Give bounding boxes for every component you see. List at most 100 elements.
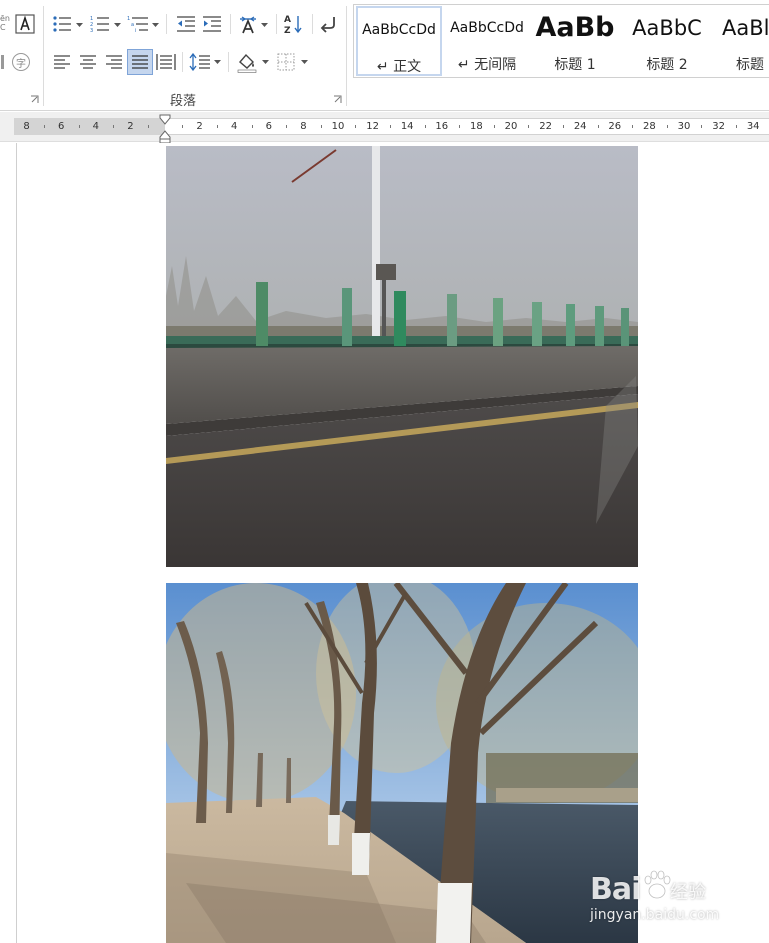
borders-button[interactable] [274,50,298,74]
increase-indent-button[interactable] [200,13,224,35]
trees-photo [166,583,638,943]
ruler-tick [182,125,184,128]
ruler-number: 28 [643,121,656,132]
ruler-number: 32 [712,121,725,132]
ruler-tick [632,125,634,128]
ruler-tick [528,125,530,128]
group-separator [43,6,44,106]
document-area[interactable] [0,143,769,943]
chinese-layout-button[interactable] [236,12,260,36]
line-spacing-dropdown-icon[interactable] [213,57,222,67]
ruler-number: 14 [400,121,414,132]
horizontal-ruler[interactable]: 8 6 4 2 2 4 6 8 10 12 14 16 18 20 22 24 26 28 30 32 34 [0,112,769,142]
style-title[interactable]: AaBl 标题 [716,6,769,76]
paragraph-mark-icon [320,17,335,33]
ruler-number: 22 [539,121,552,132]
ruler-number: 20 [504,121,518,132]
document-image-trees[interactable] [166,583,638,943]
paragraph-dialog-launcher-icon[interactable] [333,95,342,104]
ruler-tick [597,125,599,128]
ruler-number: 6 [58,121,65,132]
ruler-tick [562,125,564,128]
group-separator [346,6,347,106]
style-name: ↵ 无间隔 [457,57,517,73]
ruler-number: 4 [92,121,99,132]
chinese-layout-dropdown-icon[interactable] [260,20,269,30]
align-left-icon [54,55,70,69]
document-image-highway[interactable] [166,146,638,567]
character-border-button[interactable] [14,13,36,35]
clipped-left-button[interactable] [0,51,4,73]
style-sample: AaBbC [632,16,702,40]
font-dialog-launcher-icon[interactable] [30,95,39,104]
ruler-tick [666,125,668,128]
first-line-indent-marker-icon[interactable] [159,114,171,126]
align-center-button[interactable] [76,50,100,74]
justify-button[interactable] [127,49,153,75]
clipped-font-label: ēn C [0,14,10,32]
numbering-dropdown-icon[interactable] [113,20,122,30]
line-spacing-icon [189,53,210,71]
baidu-watermark: Bai 经验 jingyan.baidu.com [590,860,740,930]
borders-icon [277,53,295,71]
style-sample: AaBbCcDd [450,20,524,36]
style-no-spacing[interactable]: AaBbCcDd ↵ 无间隔 [444,6,530,76]
styles-gallery: AaBbCcDd ↵ 正文 AaBbCcDd ↵ 无间隔 AaBb 标题 1 A… [353,4,769,78]
shading-bucket-icon [237,53,257,73]
decrease-indent-icon [177,16,195,32]
align-left-button[interactable] [50,50,74,74]
shading-dropdown-icon[interactable] [261,57,270,67]
bullets-button[interactable] [50,13,74,35]
svg-text:A: A [284,15,291,25]
increase-indent-icon [203,16,221,32]
borders-dropdown-icon[interactable] [300,57,309,67]
multilevel-list-button[interactable]: 1 a i [126,13,150,35]
left-indent-marker-icon[interactable] [159,130,171,144]
ruler-tick [147,125,149,128]
svg-text:i: i [135,28,136,33]
sort-button[interactable]: A Z [282,12,306,36]
ruler-number: 18 [470,121,483,132]
numbering-button[interactable]: 1 2 3 [88,13,112,35]
inline-separator [166,14,167,34]
distributed-button[interactable] [154,50,178,74]
enclose-characters-button[interactable]: 字 [10,51,32,73]
svg-text:a: a [131,22,134,28]
inline-separator [312,14,313,34]
style-sample: AaBl [722,16,769,40]
ruler-tick [735,125,737,128]
decrease-indent-button[interactable] [174,13,198,35]
justify-icon [132,55,148,69]
ruler-number: 16 [435,121,449,132]
ruler-number: 24 [573,121,587,132]
baidu-logo: Bai [590,872,641,907]
baidu-jingyan-url: jingyan.baidu.com [590,907,720,923]
ruler-number: 4 [231,121,238,132]
show-paragraph-marks-button[interactable] [316,12,340,36]
ruler-number: 10 [331,121,345,132]
ribbon: ēn C 字 1 2 3 1 a i A Z 段落 AaBbCcDd ↵ 正文 … [0,0,769,111]
ruler-number: 2 [127,121,134,132]
bullets-dropdown-icon[interactable] [75,20,84,30]
ruler-number: 26 [608,121,622,132]
multilevel-list-icon: 1 a i [127,16,148,33]
ruler-tick [701,125,703,128]
inline-separator [228,52,229,72]
ruler-tick [389,125,391,128]
style-normal[interactable]: AaBbCcDd ↵ 正文 [356,6,442,76]
paragraph-group-label: 段落 [170,94,197,109]
ruler-tick [43,125,45,128]
multilevel-list-dropdown-icon[interactable] [151,20,160,30]
align-right-button[interactable] [102,50,126,74]
ruler-number: 2 [196,121,203,132]
style-heading-1[interactable]: AaBb 标题 1 [534,6,616,76]
style-name: 标题 1 [554,57,596,73]
line-spacing-button[interactable] [188,50,212,74]
shading-button[interactable] [234,49,260,75]
ruler-number: 6 [265,121,272,132]
ruler-number: 30 [677,121,691,132]
highway-photo [166,146,638,567]
style-heading-2[interactable]: AaBbC 标题 2 [624,6,710,76]
ruler-tick [320,125,322,128]
page-left-edge [16,143,17,943]
